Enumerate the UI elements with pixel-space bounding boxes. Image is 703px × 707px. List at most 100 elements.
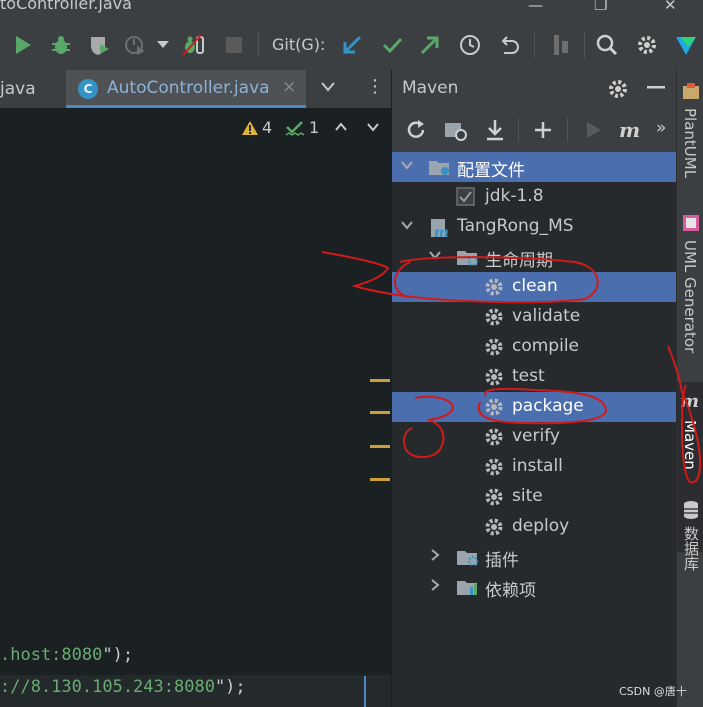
attach-debugger-icon <box>182 34 204 56</box>
git-rollback-button[interactable] <box>496 20 522 70</box>
chevron-right-icon[interactable] <box>428 548 442 566</box>
tree-row-label: TangRong_MS <box>457 216 574 236</box>
warning-marker[interactable] <box>370 411 390 414</box>
add-maven-project-icon[interactable] <box>533 120 553 140</box>
maven-title: Maven <box>402 78 459 98</box>
gear-icon <box>484 337 504 361</box>
code-punctuation: "); <box>102 645 134 665</box>
warning-marker[interactable] <box>370 379 390 382</box>
uml-generator-tab[interactable]: UML Generator <box>677 212 703 362</box>
more-run-actions-dropdown[interactable] <box>154 20 172 70</box>
code-line-url[interactable]: ://8.130.105.243:8080"); <box>0 677 246 697</box>
tab-previous-file[interactable]: java <box>0 79 36 99</box>
code-editor[interactable]: 4 1 .host:8080"); ://8.130.105.243:8080"… <box>0 108 391 707</box>
tree-row-插件[interactable]: 插件 <box>392 542 677 572</box>
tree-row-clean[interactable]: clean <box>392 272 677 302</box>
hide-panel-icon[interactable] <box>647 86 665 90</box>
toolbar-separator <box>518 118 519 142</box>
database-tab[interactable]: 数据库 <box>677 496 703 596</box>
chevron-down-icon[interactable] <box>428 248 442 266</box>
git-push-button[interactable] <box>418 20 442 70</box>
tree-row-test[interactable]: test <box>392 362 677 392</box>
gear-icon <box>484 397 504 421</box>
plantuml-icon <box>683 83 699 99</box>
main-toolbar: Git(G): <box>0 20 703 71</box>
warnings-count[interactable]: 4 <box>262 118 272 137</box>
reload-icon[interactable] <box>405 119 427 141</box>
git-update-button[interactable] <box>340 20 364 70</box>
csdn-watermark: CSDN @唐十 <box>619 685 687 698</box>
tree-row-label: validate <box>512 306 581 326</box>
search-everywhere-button[interactable] <box>594 20 620 70</box>
previous-highlight-icon[interactable] <box>334 122 348 132</box>
generate-sources-icon[interactable] <box>443 119 467 141</box>
warning-marker[interactable] <box>370 445 390 448</box>
close-tab-icon[interactable]: × <box>282 77 296 97</box>
gear-icon <box>484 427 504 451</box>
tree-row-label: jdk-1.8 <box>485 186 544 206</box>
debug-icon <box>52 36 70 54</box>
debug-button[interactable] <box>48 20 74 70</box>
maven-toolbar-overflow[interactable]: » <box>656 118 666 138</box>
tree-row-package[interactable]: package <box>392 392 677 422</box>
chevron-right-icon[interactable] <box>428 578 442 596</box>
tree-row-validate[interactable]: validate <box>392 302 677 332</box>
code-line-host[interactable]: .host:8080"); <box>0 645 133 665</box>
string-literal: ://8.130.105.243:8080 <box>0 677 215 697</box>
maven-tool-window: Maven m » 配置文件 jdk-1.8 m TangRong_MS 生命周期 cle… <box>391 70 677 707</box>
run-icon <box>16 36 31 54</box>
plantuml-tab[interactable]: PlantUML <box>677 78 703 198</box>
chevron-down-icon[interactable] <box>400 218 414 236</box>
window-title-bar: toController.java — ❐ ✕ <box>0 0 703 20</box>
stop-icon <box>226 37 242 53</box>
tree-row-jdk-1.8[interactable]: jdk-1.8 <box>392 182 677 212</box>
profile-button[interactable] <box>122 20 148 70</box>
next-highlight-icon[interactable] <box>366 122 380 132</box>
close-window-button[interactable]: ✕ <box>664 0 677 14</box>
typo-check-icon <box>285 121 305 136</box>
run-button[interactable] <box>10 20 36 70</box>
tree-row-label: 配置文件 <box>457 161 525 181</box>
tree-row-label: site <box>512 486 543 506</box>
tree-row-依赖项[interactable]: 依赖项 <box>392 572 677 602</box>
tree-row-生命周期[interactable]: 生命周期 <box>392 242 677 272</box>
git-commit-button[interactable] <box>380 20 404 70</box>
more-tabs-menu-icon[interactable]: ⋮ <box>366 76 384 97</box>
minimize-button[interactable]: — <box>528 0 543 14</box>
download-sources-icon[interactable] <box>484 118 506 142</box>
tab-autocontroller[interactable]: C AutoController.java × <box>66 70 306 108</box>
settings-button[interactable] <box>634 20 660 70</box>
run-maven-build-icon[interactable] <box>586 121 602 139</box>
git-update-icon <box>343 35 362 54</box>
stop-button[interactable] <box>222 20 246 70</box>
dependencies-folder-icon <box>456 577 480 601</box>
tab-list-dropdown[interactable] <box>320 78 340 97</box>
warning-icon <box>242 121 258 135</box>
chevron-down-icon[interactable] <box>400 158 414 176</box>
maximize-button[interactable]: ❐ <box>594 0 607 14</box>
svg-text:m: m <box>619 121 640 139</box>
tree-row-TangRong_MS[interactable]: m TangRong_MS <box>392 212 677 242</box>
tree-row-deploy[interactable]: deploy <box>392 512 677 542</box>
tree-row-compile[interactable]: compile <box>392 332 677 362</box>
tree-row-install[interactable]: install <box>392 452 677 482</box>
execute-maven-goal-icon[interactable]: m <box>618 121 644 139</box>
typos-count[interactable]: 1 <box>309 118 319 137</box>
warning-marker[interactable] <box>370 478 390 481</box>
tree-row-label: package <box>512 396 584 416</box>
scroll-indicator <box>364 676 366 707</box>
tree-row-配置文件[interactable]: 配置文件 <box>392 152 677 182</box>
git-history-button[interactable] <box>457 20 483 70</box>
plugin-logo-button[interactable] <box>672 20 700 70</box>
tree-row-site[interactable]: site <box>392 482 677 512</box>
run-with-coverage-button[interactable] <box>86 20 112 70</box>
tree-row-label: verify <box>512 426 560 446</box>
attach-debugger-button[interactable] <box>180 20 206 70</box>
maven-settings-gear-icon[interactable] <box>607 78 629 100</box>
plugin-logo-icon <box>676 37 696 55</box>
coverage-icon <box>91 37 109 55</box>
profiles-folder-icon <box>428 157 452 181</box>
maven-toolbar: m » <box>392 108 677 153</box>
tree-row-verify[interactable]: verify <box>392 422 677 452</box>
vcs-branches-button[interactable] <box>548 20 574 70</box>
